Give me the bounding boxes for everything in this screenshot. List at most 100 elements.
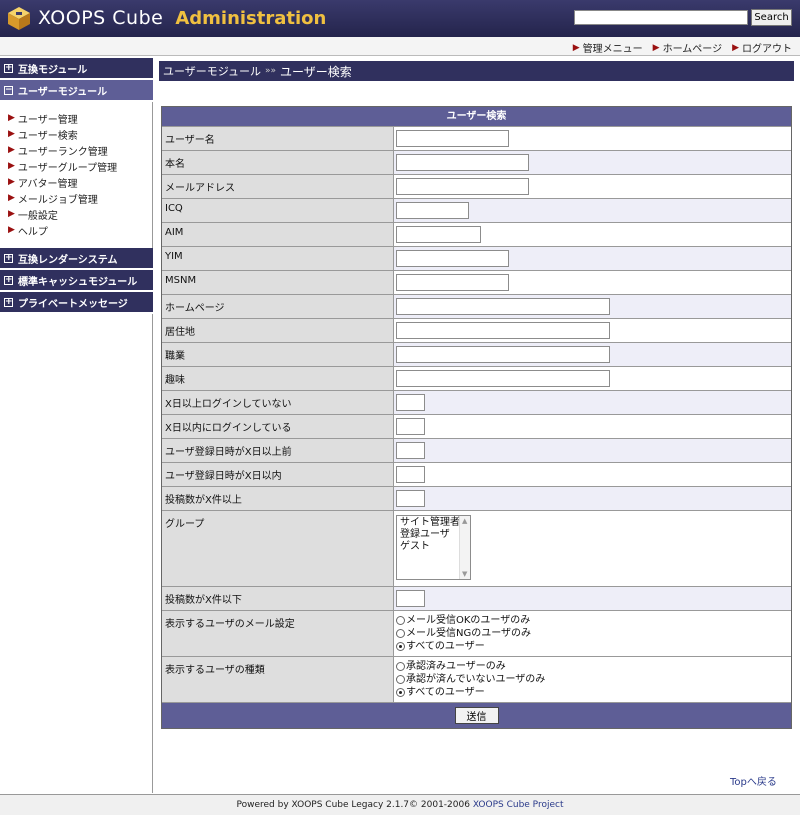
breadcrumb-separator: »» [265,66,277,76]
sidebar-section-user-module[interactable]: − ユーザーモジュール [0,80,153,102]
realname-input[interactable] [396,154,529,171]
logged-days-input[interactable] [396,418,425,435]
radio-icon [396,675,405,684]
username-input[interactable] [396,130,509,147]
field-label: MSNM [162,271,394,294]
radio-icon [396,629,405,638]
reg-days-less-input[interactable] [396,466,425,483]
footer-project-link[interactable]: XOOPS Cube Project [473,800,564,810]
sidebar-section-cache-module[interactable]: + 標準キャッシュモジュール [0,270,153,292]
mail-radio-ok[interactable]: メール受信OKのユーザのみ [396,614,789,627]
field-label: 表示するユーザの種類 [162,657,394,702]
interest-input[interactable] [396,370,610,387]
back-to-top-link[interactable]: Topへ戻る [730,773,777,788]
form-row: 職業 [162,342,791,366]
form-row: ユーザ登録日時がX日以内 [162,462,791,486]
sidebar-item-general-settings[interactable]: ▶ 一般設定 [8,206,152,222]
msnm-input[interactable] [396,274,509,291]
posts-max-input[interactable] [396,590,425,607]
sidebar-item-user-manage[interactable]: ▶ ユーザー管理 [8,110,152,126]
breadcrumb: ユーザーモジュール »» ユーザー検索 [159,61,794,81]
breadcrumb-parent[interactable]: ユーザーモジュール [163,63,261,79]
arrow-icon: ▶ [8,161,15,171]
field-label: 趣味 [162,367,394,390]
group-option[interactable]: 登録ユーザ [400,529,467,541]
form-row: 投稿数がX件以上 [162,486,791,510]
scroll-down-icon[interactable]: ▼ [462,570,467,578]
mail-radio-ng[interactable]: メール受信NGのユーザのみ [396,627,789,640]
field-label: 本名 [162,151,394,174]
group-option[interactable]: サイト管理者 [400,517,467,529]
form-row: グループ サイト管理者 登録ユーザ ゲスト ▲ ▼ [162,510,791,586]
form-row: ホームページ [162,294,791,318]
arrow-icon: ▶ [8,113,15,123]
search-button[interactable]: Search [751,9,792,26]
form-row: 本名 [162,150,791,174]
search-input[interactable] [574,10,748,25]
field-label: YIM [162,247,394,270]
header: XOOPS Cube Administration Search [0,0,800,37]
form-row: AIM [162,222,791,246]
sidebar-section-compat-modules[interactable]: + 互換モジュール [0,58,153,80]
field-label: ユーザ登録日時がX日以上前 [162,439,394,462]
submit-button[interactable]: 送信 [454,707,499,724]
mail-radio-all[interactable]: すべてのユーザー [396,640,789,653]
type-radio-unapproved[interactable]: 承認が済んでいないユーザのみ [396,673,789,686]
logo-text: XOOPS Cube [38,7,164,29]
scroll-up-icon[interactable]: ▲ [462,517,467,525]
posts-min-input[interactable] [396,490,425,507]
form-row: ユーザー名 [162,126,791,150]
footer-text: Powered by XOOPS Cube Legacy 2.1.7© 2001… [236,800,473,810]
administration-title: Administration [175,7,327,29]
field-label: 表示するユーザのメール設定 [162,611,394,656]
not-logged-days-input[interactable] [396,394,425,411]
logo[interactable]: XOOPS Cube Administration [6,5,326,31]
expand-icon: + [4,62,13,73]
field-label: AIM [162,223,394,246]
homepage-link[interactable]: ▶ ホームページ [653,40,722,56]
radio-checked-icon [396,642,405,651]
group-select[interactable]: サイト管理者 登録ユーザ ゲスト ▲ ▼ [396,515,471,580]
field-label: ICQ [162,199,394,222]
radio-icon [396,662,405,671]
sidebar-item-user-group[interactable]: ▶ ユーザーグループ管理 [8,158,152,174]
expand-icon: + [4,296,13,307]
admin-menu-link[interactable]: ▶ 管理メニュー [573,40,643,56]
arrow-icon: ▶ [732,42,739,53]
cube-logo-icon [6,5,32,31]
form-footer: 送信 [162,702,791,728]
expand-icon: + [4,252,13,263]
radio-icon [396,616,405,625]
sidebar-section-render-system[interactable]: + 互換レンダーシステム [0,248,153,270]
form-row: ユーザ登録日時がX日以上前 [162,438,791,462]
sidebar-section-private-message[interactable]: + プライベートメッセージ [0,292,153,314]
group-option[interactable]: ゲスト [400,541,467,553]
user-module-items: ▶ ユーザー管理 ▶ ユーザー検索 ▶ ユーザーランク管理 ▶ ユーザーグループ管理 ▶… [0,102,152,248]
sidebar: + 互換モジュール − ユーザーモジュール ▶ ユーザー管理 ▶ ユーザー検索 ▶ ユ… [0,58,153,793]
sidebar-item-mailjob[interactable]: ▶ メールジョブ管理 [8,190,152,206]
sidebar-item-user-search[interactable]: ▶ ユーザー検索 [8,126,152,142]
logout-link[interactable]: ▶ ログアウト [732,40,792,56]
sidebar-item-user-rank[interactable]: ▶ ユーザーランク管理 [8,142,152,158]
user-search-form: ユーザー検索 ユーザー名 本名 メールアドレス ICQ AIM YIM MSNM… [161,106,792,729]
type-radio-all[interactable]: すべてのユーザー [396,686,789,699]
occupation-input[interactable] [396,346,610,363]
icq-input[interactable] [396,202,469,219]
scrollbar[interactable]: ▲ ▼ [459,516,470,579]
form-row: X日以内にログインしている [162,414,791,438]
yim-input[interactable] [396,250,509,267]
aim-input[interactable] [396,226,481,243]
sidebar-item-help[interactable]: ▶ ヘルプ [8,222,152,238]
sidebar-item-avatar[interactable]: ▶ アバター管理 [8,174,152,190]
arrow-icon: ▶ [8,209,15,219]
field-label: ユーザ登録日時がX日以内 [162,463,394,486]
form-row: YIM [162,246,791,270]
form-row: 表示するユーザのメール設定 メール受信OKのユーザのみ メール受信NGのユーザの… [162,610,791,656]
reg-days-more-input[interactable] [396,442,425,459]
type-radio-approved[interactable]: 承認済みユーザーのみ [396,660,789,673]
location-input[interactable] [396,322,610,339]
homepage-input[interactable] [396,298,610,315]
email-input[interactable] [396,178,529,195]
form-row: 投稿数がX件以下 [162,586,791,610]
field-label: メールアドレス [162,175,394,198]
